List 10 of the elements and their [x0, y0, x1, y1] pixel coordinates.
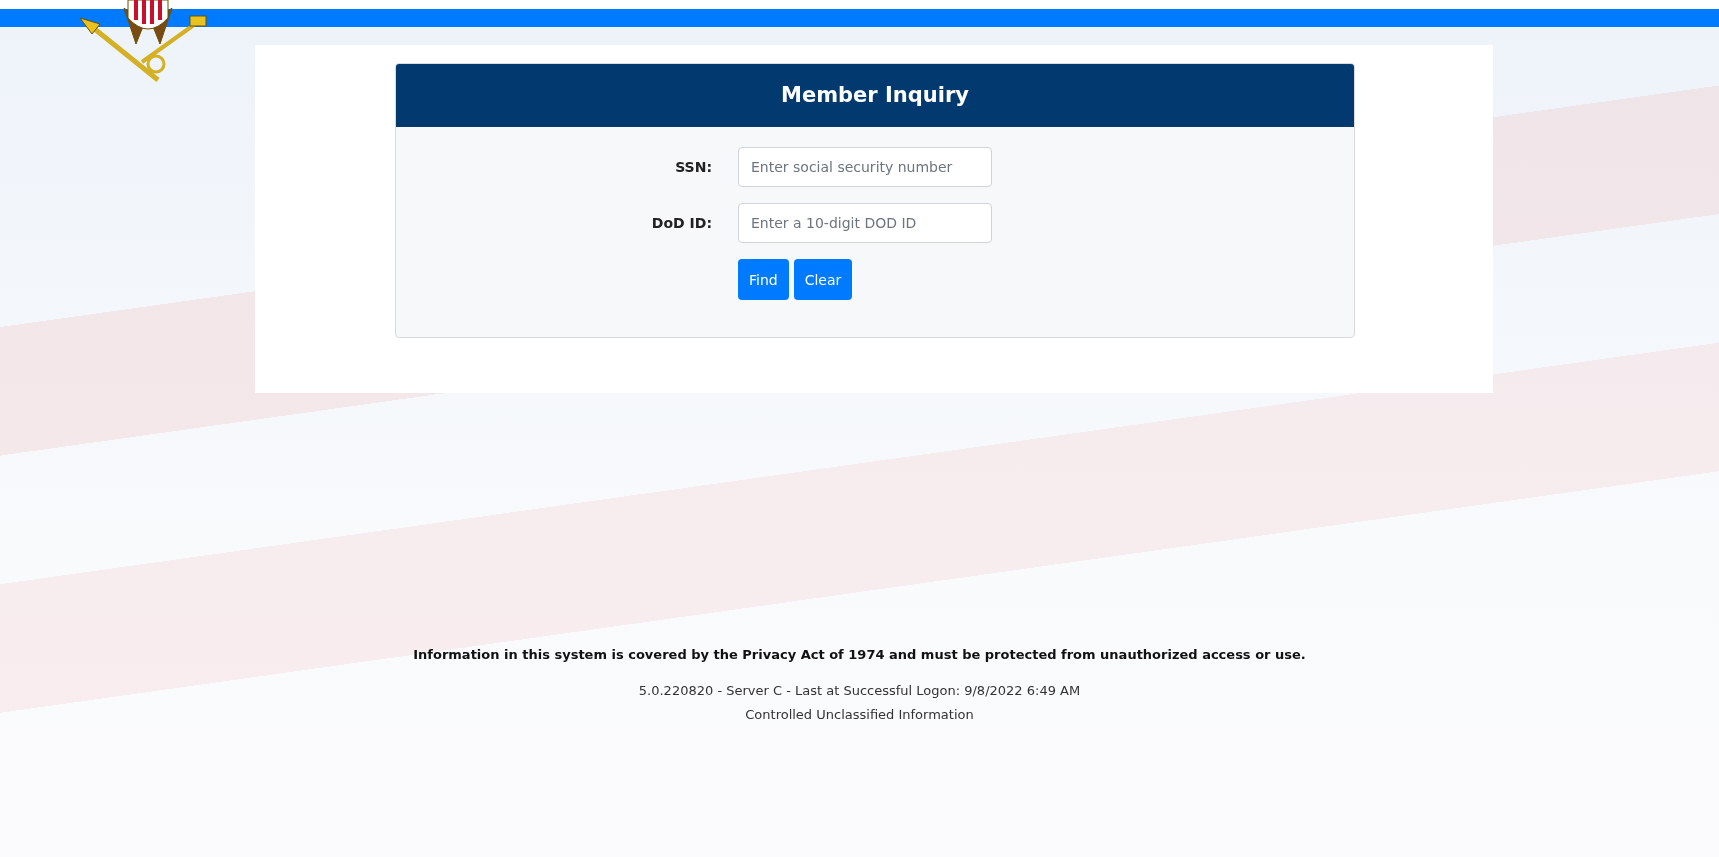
footer-text: Controlled Unclassified Information — [745, 707, 974, 722]
find-button[interactable]: Find — [738, 259, 789, 300]
input-field[interactable]: Enter a 10-digit DOD ID — [738, 203, 992, 243]
card-title: Member Inquiry — [396, 64, 1354, 127]
input-field[interactable]: Enter social security number — [738, 147, 992, 187]
field-label: DoD ID: — [651, 215, 712, 231]
field-label: SSN: — [675, 159, 712, 175]
clear-button[interactable]: Clear — [793, 259, 853, 300]
privacy-notice: Information in this system is covered by the Privacy Act of 1974 and must be protected from unauthorized access or use. — [413, 647, 1306, 662]
footer-text: 5.0.220820 - Server C - Last at Successful Logon: 9/8/2022 6:49 AM — [638, 683, 1081, 698]
